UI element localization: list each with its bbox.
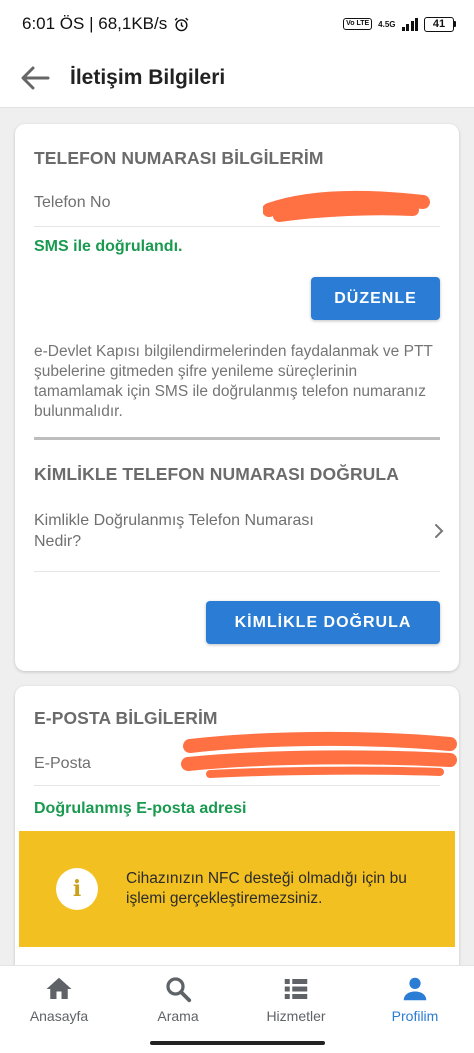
faq-link-text: Kimlikle Doğrulanmış Telefon Numarası Ne… [34, 512, 314, 550]
section-divider [34, 437, 440, 440]
person-icon [403, 977, 427, 1001]
email-verified-text: Doğrulanmış E-posta adresi [34, 800, 247, 817]
identity-section-title: KİMLİKLE TELEFON NUMARASI DOĞRULA [34, 464, 399, 484]
battery-level: 41 [424, 16, 454, 32]
home-indicator [150, 1041, 325, 1045]
status-bar: 6:01 ÖS | 68,1KB/s Vo LTE 4.5G 41 [0, 0, 474, 48]
nav-profile[interactable]: Profilim [365, 974, 465, 1024]
info-icon: i [56, 868, 98, 910]
identity-verify-button[interactable]: KİMLİKLE DOĞRULA [206, 601, 440, 644]
signal-icon [401, 17, 418, 31]
nav-home[interactable]: Anasayfa [9, 974, 109, 1024]
divider [34, 226, 440, 227]
page-title: İletişim Bilgileri [70, 65, 226, 89]
search-icon [166, 977, 192, 1003]
status-time-speed: 6:01 ÖS | 68,1KB/s [22, 14, 168, 33]
email-value-redaction [181, 731, 457, 778]
phone-description: e-Devlet Kapısı bilgilendirmelerinden fa… [34, 343, 433, 420]
battery-icon: 41 [424, 16, 456, 32]
list-icon [284, 979, 308, 999]
phone-section-title: TELEFON NUMARASI BİLGİLERİM [34, 148, 324, 168]
nav-services-label: Hizmetler [266, 1008, 326, 1024]
email-label: E-Posta [34, 755, 91, 772]
back-button[interactable] [0, 48, 70, 108]
volte-badge: Vo LTE [343, 18, 373, 30]
arrow-left-icon [21, 66, 50, 89]
nav-home-label: Anasayfa [29, 1008, 89, 1024]
network-type: 4.5G [378, 19, 396, 29]
nfc-warning-banner: i Cihazınızın NFC desteği olmadığı için … [19, 831, 455, 947]
chevron-right-icon [435, 524, 444, 538]
nav-services[interactable]: Hizmetler [246, 974, 346, 1024]
nav-search[interactable]: Arama [128, 974, 228, 1024]
home-icon [46, 977, 72, 999]
phone-label: Telefon No [34, 194, 111, 211]
nav-search-label: Arama [157, 1008, 199, 1024]
bottom-navigation: Anasayfa Arama Hizmetler Profilim [0, 965, 474, 1053]
alarm-icon [174, 17, 189, 31]
status-right: Vo LTE 4.5G 41 [343, 16, 456, 32]
nav-profile-label: Profilim [391, 1008, 439, 1024]
nfc-warning-text: Cihazınızın NFC desteği olmadığı için bu… [126, 870, 407, 907]
app-header: İletişim Bilgileri [0, 48, 474, 108]
status-left: 6:01 ÖS | 68,1KB/s [22, 14, 190, 34]
phone-value-redaction [263, 190, 430, 222]
divider [34, 571, 440, 572]
edit-button[interactable]: DÜZENLE [311, 277, 440, 320]
faq-link-row[interactable]: Kimlikle Doğrulanmış Telefon Numarası Ne… [34, 510, 444, 552]
divider [34, 785, 440, 786]
phone-card: TELEFON NUMARASI BİLGİLERİM Telefon No S… [15, 124, 459, 671]
sms-verified-text: SMS ile doğrulandı. [34, 238, 183, 255]
